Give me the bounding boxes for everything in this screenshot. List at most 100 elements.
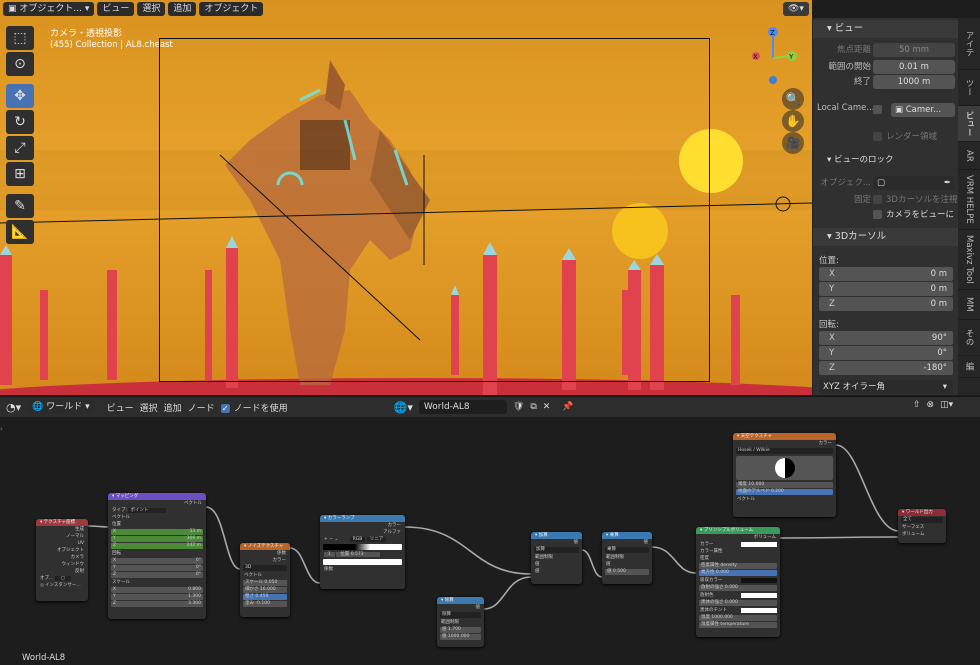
add-stop-icon[interactable]: +	[324, 537, 328, 542]
tab-ar[interactable]: AR	[958, 142, 980, 170]
camera-to-view-option[interactable]: カメラをビューに	[873, 208, 954, 220]
rot-y-field[interactable]: Y 0°	[111, 565, 203, 571]
tab-maxivz-tool[interactable]: Maxivz Tool	[958, 230, 980, 290]
color-swatch[interactable]	[741, 593, 777, 598]
sky-type-select[interactable]: Hosek / Wilkie	[736, 448, 833, 454]
camera-view-icon[interactable]: 🎥	[782, 132, 804, 154]
value-field[interactable]: 値 1.700	[440, 627, 481, 633]
emission-strength-field[interactable]: 放射の強さ 0.000	[699, 585, 777, 591]
temperature-attribute-field[interactable]: 温度属性 temperature	[699, 622, 777, 628]
turbidity-field[interactable]: 濁度 10.000	[736, 482, 833, 488]
target-select[interactable]: 全て	[901, 517, 943, 523]
measure-icon[interactable]: 📐	[6, 220, 34, 244]
ne-select-menu[interactable]: 選択	[140, 401, 158, 414]
clamp-toggle[interactable]: 範囲制限	[602, 554, 652, 561]
instancer-checkbox[interactable]	[40, 582, 44, 587]
rot-z-field[interactable]: Z 0°	[111, 572, 203, 578]
dimension-select[interactable]: 3D	[243, 565, 287, 571]
cursor-section-header[interactable]: ▾ 3Dカーソル	[813, 228, 959, 246]
color-swatch[interactable]	[741, 542, 777, 547]
cursor-loc-x[interactable]: X 0 m	[819, 267, 953, 281]
select-box-icon[interactable]: ⬚	[6, 26, 34, 50]
blackbody-tint-row[interactable]: 黒体のチント	[696, 607, 780, 614]
annotate-icon[interactable]: ✎	[6, 194, 34, 218]
transform-icon[interactable]: ⊞	[6, 162, 34, 186]
shader-type-select[interactable]: 🌐 ワールド ▾	[27, 400, 95, 414]
cursor-loc-z[interactable]: Z 0 m	[819, 297, 953, 311]
select-menu[interactable]: 選択	[137, 2, 166, 16]
loc-z-field[interactable]: Z 242 m	[111, 543, 203, 549]
unlink-close-icon[interactable]: ✕	[543, 402, 551, 412]
editor-type-icon[interactable]: ◔▾	[6, 401, 21, 414]
tab-mm[interactable]: MM	[958, 290, 980, 320]
move-icon[interactable]: ✥	[6, 84, 34, 108]
node-noise-texture[interactable]: ▾ ノイズテクスチャ 係数 カラー 3D ベクトル スケール 0.050 細かさ…	[240, 543, 290, 617]
view-lock-header[interactable]: ▾ ビューのロック	[827, 153, 973, 168]
stop-position-field[interactable]: 位置 0.573	[336, 552, 380, 557]
ramp-color-mode[interactable]: RGB	[349, 537, 366, 542]
tab-edit[interactable]: 編	[958, 356, 980, 378]
noise-distortion-field[interactable]: 歪み -0.100	[243, 601, 287, 607]
cursor-rot-z[interactable]: Z -180°	[819, 361, 953, 375]
temperature-field[interactable]: 温度 1000.000	[699, 615, 777, 621]
ramp-interpolation[interactable]: リニア	[366, 537, 387, 542]
local-camera-checkbox[interactable]	[873, 105, 882, 114]
node-principled-volume[interactable]: ▾ プリンシプルボリューム ボリューム カラー カラー属性 密度 密度属性 de…	[696, 527, 780, 637]
absorption-row[interactable]: 吸収カラー	[696, 577, 780, 584]
tab-item[interactable]: アイテ	[958, 18, 980, 70]
ground-albedo-field[interactable]: 地面のアルベド 0.200	[736, 489, 833, 495]
node-math-multiply[interactable]: ▾ 乗算 値 乗算 範囲制限 値 値 0.500	[602, 532, 652, 584]
overlay-node-icon[interactable]: ◫▾	[940, 400, 953, 410]
view-menu[interactable]: ビュー	[97, 2, 135, 16]
noise-scale-field[interactable]: スケール 0.050	[243, 580, 287, 586]
density-attribute-field[interactable]: 密度属性 density	[699, 563, 777, 569]
rot-x-field[interactable]: X 0°	[111, 558, 203, 564]
clip-end-field[interactable]: 1000 m	[873, 75, 955, 89]
lock-cursor-option[interactable]: 3Dカーソルを注視	[873, 193, 957, 205]
rotate-icon[interactable]: ↻	[6, 110, 34, 134]
color-swatch[interactable]	[741, 578, 777, 583]
scale-x-field[interactable]: X 0.800	[111, 587, 203, 593]
vol-color-row[interactable]: カラー	[696, 541, 780, 548]
operation-select[interactable]: 加算	[534, 547, 579, 553]
pan-hand-icon[interactable]: ✋	[782, 110, 804, 132]
anisotropy-field[interactable]: 異方性 0.000	[699, 570, 777, 576]
remove-stop-icon[interactable]: −	[329, 537, 333, 542]
noise-roughness-field[interactable]: 粗さ 0.459	[243, 594, 287, 600]
node-canvas[interactable]: › ▾ テクスチャ座標 生成 ノーマル UV オブジェクト カメラ ウィンドウ …	[0, 417, 980, 665]
view-section-header[interactable]: ▾ ビュー	[813, 20, 959, 38]
type-select[interactable]: ポイント	[128, 508, 167, 513]
world-name-field[interactable]: World-AL8	[418, 400, 507, 414]
add-menu[interactable]: 追加	[168, 2, 197, 16]
node-math-divide[interactable]: ▾ 除算 値 除算 範囲制限 値 1.700 値 1000.000	[437, 597, 484, 647]
blackbody-intensity-field[interactable]: 黒体の強さ 0.000	[699, 600, 777, 606]
cursor-loc-y[interactable]: Y 0 m	[819, 282, 953, 296]
cursor-icon[interactable]: ⊙	[6, 52, 34, 76]
stop-index[interactable]: 1	[324, 552, 335, 557]
duplicate-icon[interactable]: ⧉	[530, 402, 536, 412]
clamp-toggle[interactable]: 範囲制限	[437, 619, 484, 626]
node-color-ramp[interactable]: ▾ カラーランプ カラー アルファ + − ⌄ RGB リニア 1 位置 0.5…	[320, 515, 405, 589]
ramp-menu-icon[interactable]: ⌄	[334, 537, 338, 542]
zoom-icon[interactable]: 🔍	[782, 88, 804, 110]
object-menu[interactable]: オブジェクト	[199, 2, 264, 16]
parent-up-icon[interactable]: ⇧	[913, 400, 921, 410]
ne-node-menu[interactable]: ノード	[188, 401, 215, 414]
cursor-rot-x[interactable]: X 90°	[819, 331, 953, 345]
lock-cursor-checkbox[interactable]	[873, 195, 882, 204]
ramp-gradient[interactable]	[323, 544, 402, 550]
world-browse-icon[interactable]: 🌐▾	[394, 401, 413, 414]
scale-y-field[interactable]: Y 1.300	[111, 594, 203, 600]
emission-color-row[interactable]: 放射色	[696, 592, 780, 599]
object-field-row[interactable]: オブ... ▢	[36, 575, 88, 582]
cursor-rot-y[interactable]: Y 0°	[819, 346, 953, 360]
stop-color-swatch[interactable]	[323, 559, 402, 565]
operation-select[interactable]: 乗算	[605, 547, 649, 553]
tab-vrm-helper[interactable]: VRM HELPE	[958, 170, 980, 230]
scale-icon[interactable]: ⤢	[6, 136, 34, 160]
node-sky-texture[interactable]: ▾ 天空テクスチャ カラー Hosek / Wilkie 濁度 10.000 地…	[733, 433, 836, 517]
render-region-checkbox[interactable]	[873, 132, 882, 141]
fake-user-shield-icon[interactable]: 🛡	[513, 402, 524, 412]
color-swatch[interactable]	[741, 608, 777, 613]
node-mapping[interactable]: ▾ マッピング ベクトル タイプ: ポイント ベクトル 位置 X 33 m Y 30…	[108, 493, 206, 619]
